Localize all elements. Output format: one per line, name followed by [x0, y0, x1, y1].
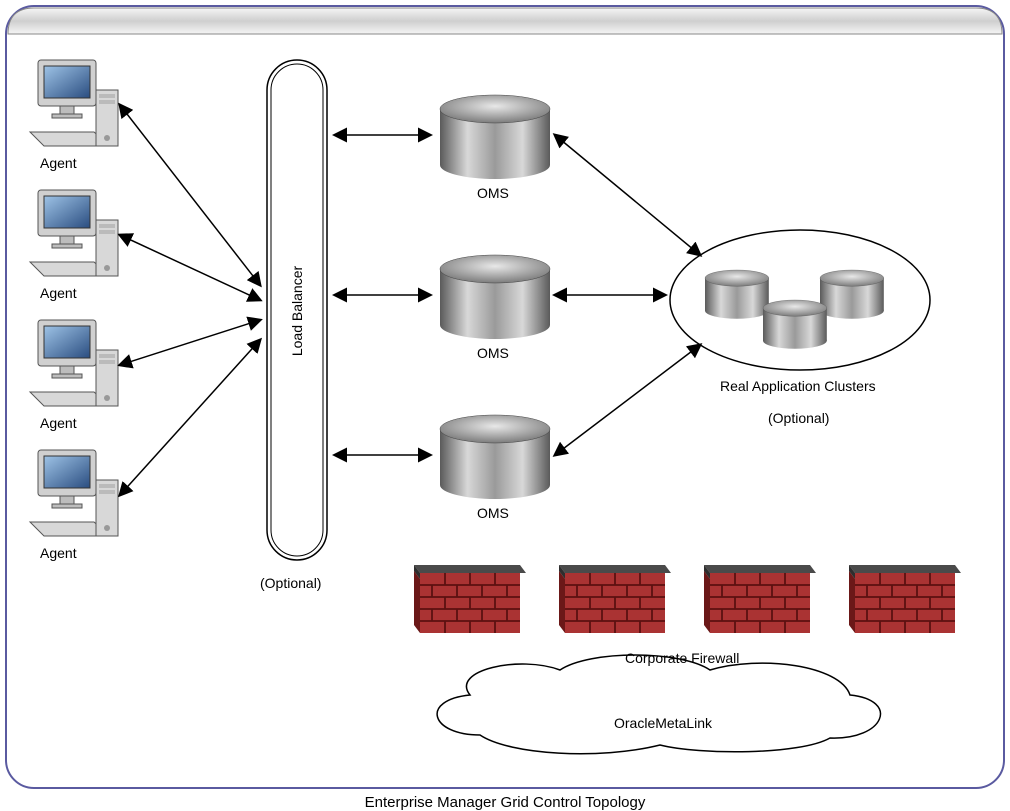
oms-3: [440, 415, 550, 499]
firewall-1: [414, 565, 526, 633]
oms-2-label: OMS: [477, 345, 509, 361]
rac-node: [670, 230, 930, 370]
firewall-2: [559, 565, 671, 633]
oms-1: [440, 95, 550, 179]
diagram-canvas: Enterprise Manager Grid Control Topology…: [0, 0, 1010, 794]
agent-3: [30, 320, 118, 406]
rac-label: Real Application Clusters: [720, 378, 876, 394]
arrow-oms3-rac: [555, 345, 700, 455]
arrow-oms1-rac: [555, 135, 700, 255]
load-balancer-label: Load Balancer: [289, 266, 305, 356]
agent-1: [30, 60, 118, 146]
diagram-svg: [0, 0, 1010, 794]
oms-2: [440, 255, 550, 339]
agent-4: [30, 450, 118, 536]
firewall-4: [849, 565, 961, 633]
firewall-3: [704, 565, 816, 633]
arrow-agent4-lb: [120, 340, 260, 495]
title-bar: [8, 8, 1002, 34]
metalink-cloud: [437, 655, 880, 754]
rac-optional-label: (Optional): [768, 410, 829, 426]
load-balancer-optional-label: (Optional): [260, 575, 321, 591]
diagram-title: Enterprise Manager Grid Control Topology: [0, 794, 1010, 811]
agent-2: [30, 190, 118, 276]
agent-2-label: Agent: [40, 285, 77, 301]
agent-1-label: Agent: [40, 155, 77, 171]
arrow-agent3-lb: [120, 320, 260, 365]
agent-3-label: Agent: [40, 415, 77, 431]
firewall-label: Corporate Firewall: [625, 650, 739, 666]
oms-3-label: OMS: [477, 505, 509, 521]
arrow-agent2-lb: [120, 235, 260, 300]
metalink-label: OracleMetaLink: [614, 715, 712, 731]
arrow-agent1-lb: [120, 105, 260, 285]
oms-1-label: OMS: [477, 185, 509, 201]
agent-4-label: Agent: [40, 545, 77, 561]
